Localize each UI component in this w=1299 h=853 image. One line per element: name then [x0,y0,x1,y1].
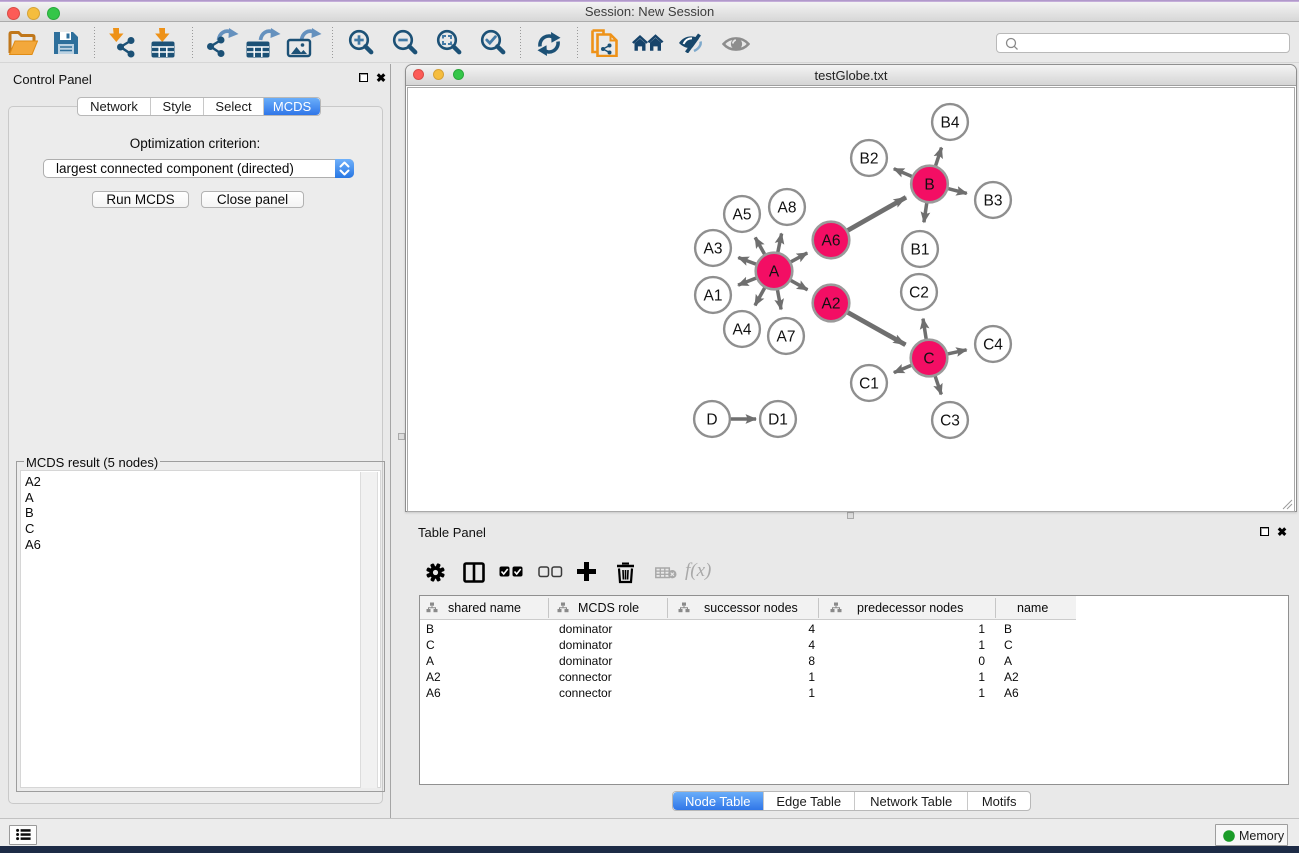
svg-text:B1: B1 [911,242,930,259]
svg-text:C3: C3 [940,413,960,430]
svg-text:B3: B3 [984,193,1003,210]
svg-text:B4: B4 [941,115,960,132]
svg-text:A: A [769,264,780,281]
svg-text:A4: A4 [733,322,752,339]
svg-text:B: B [924,177,934,194]
svg-text:C4: C4 [983,337,1003,354]
svg-text:D: D [706,412,717,429]
svg-text:D1: D1 [768,412,788,429]
svg-text:A6: A6 [822,233,841,250]
svg-text:A7: A7 [777,329,796,346]
svg-text:A3: A3 [704,241,723,258]
svg-text:C2: C2 [909,285,929,302]
svg-text:A2: A2 [822,296,841,313]
svg-text:C: C [923,351,934,368]
svg-text:A8: A8 [778,200,797,217]
svg-text:A5: A5 [733,207,752,224]
svg-text:C1: C1 [859,376,879,393]
svg-text:A1: A1 [704,288,723,305]
svg-text:B2: B2 [860,151,879,168]
